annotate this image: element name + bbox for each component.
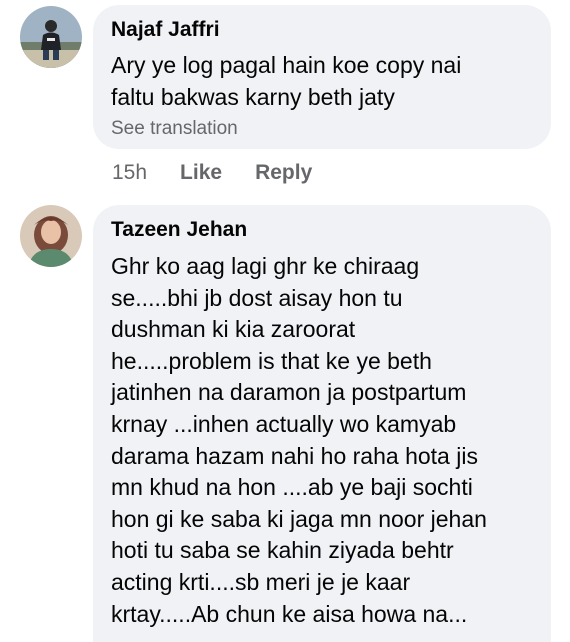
- comment-text-line: faltu bakwas karny beth jaty: [111, 84, 395, 110]
- reply-button[interactable]: Reply: [255, 161, 312, 185]
- comment-text-line: Ary ye log pagal hain koe copy nai: [111, 52, 462, 78]
- comment-text-line: hoti tu saba se kahin ziyada behtr: [111, 537, 454, 564]
- profile-photo-icon: [20, 6, 82, 68]
- comment-bubble: Najaf Jaffri Ary ye log pagal hain koe c…: [93, 5, 551, 149]
- comment-text-line: dushman ki kia zaroorat: [111, 316, 356, 343]
- comment-text-line: krnay ...inhen actually wo kamyab: [111, 410, 457, 437]
- comment-text-line: Ghr ko aag lagi ghr ke chiraag: [111, 253, 420, 279]
- comment-bubble: Tazeen Jehan Ghr ko aag lagi ghr ke chir…: [93, 205, 551, 642]
- see-translation-link[interactable]: See translation: [111, 117, 533, 141]
- comment-text-line: se.....bhi jb dost aisay hon tu: [111, 284, 403, 311]
- avatar[interactable]: [20, 6, 82, 68]
- comment-text-line: mn khud na hon ....ab ye baji sochti: [111, 474, 473, 501]
- comment-timestamp[interactable]: 15h: [112, 161, 147, 185]
- comment-text-line: jatinhen na daramon ja postpartum: [111, 379, 467, 406]
- comment-text-line: hon gi ke saba ki jaga mn noor jehan: [111, 505, 487, 532]
- comment-text-line: krtay.....Ab chun ke aisa howa na...: [111, 600, 468, 627]
- comment-text-line: he.....problem is that ke ye beth: [111, 347, 432, 374]
- profile-photo-icon: [20, 205, 82, 267]
- comment-thread: Najaf Jaffri Ary ye log pagal hain koe c…: [0, 0, 570, 642]
- comment-actions: 15h Like Reply: [112, 159, 345, 187]
- like-button[interactable]: Like: [180, 161, 222, 185]
- avatar[interactable]: [20, 205, 82, 267]
- comment-text-line: acting krti....sb meri je je kaar: [111, 568, 411, 595]
- comment-text-line: darama hazam nahi ho raha hota jis: [111, 442, 478, 469]
- comment-author[interactable]: Najaf Jaffri: [111, 17, 533, 43]
- comment-author[interactable]: Tazeen Jehan: [111, 217, 533, 243]
